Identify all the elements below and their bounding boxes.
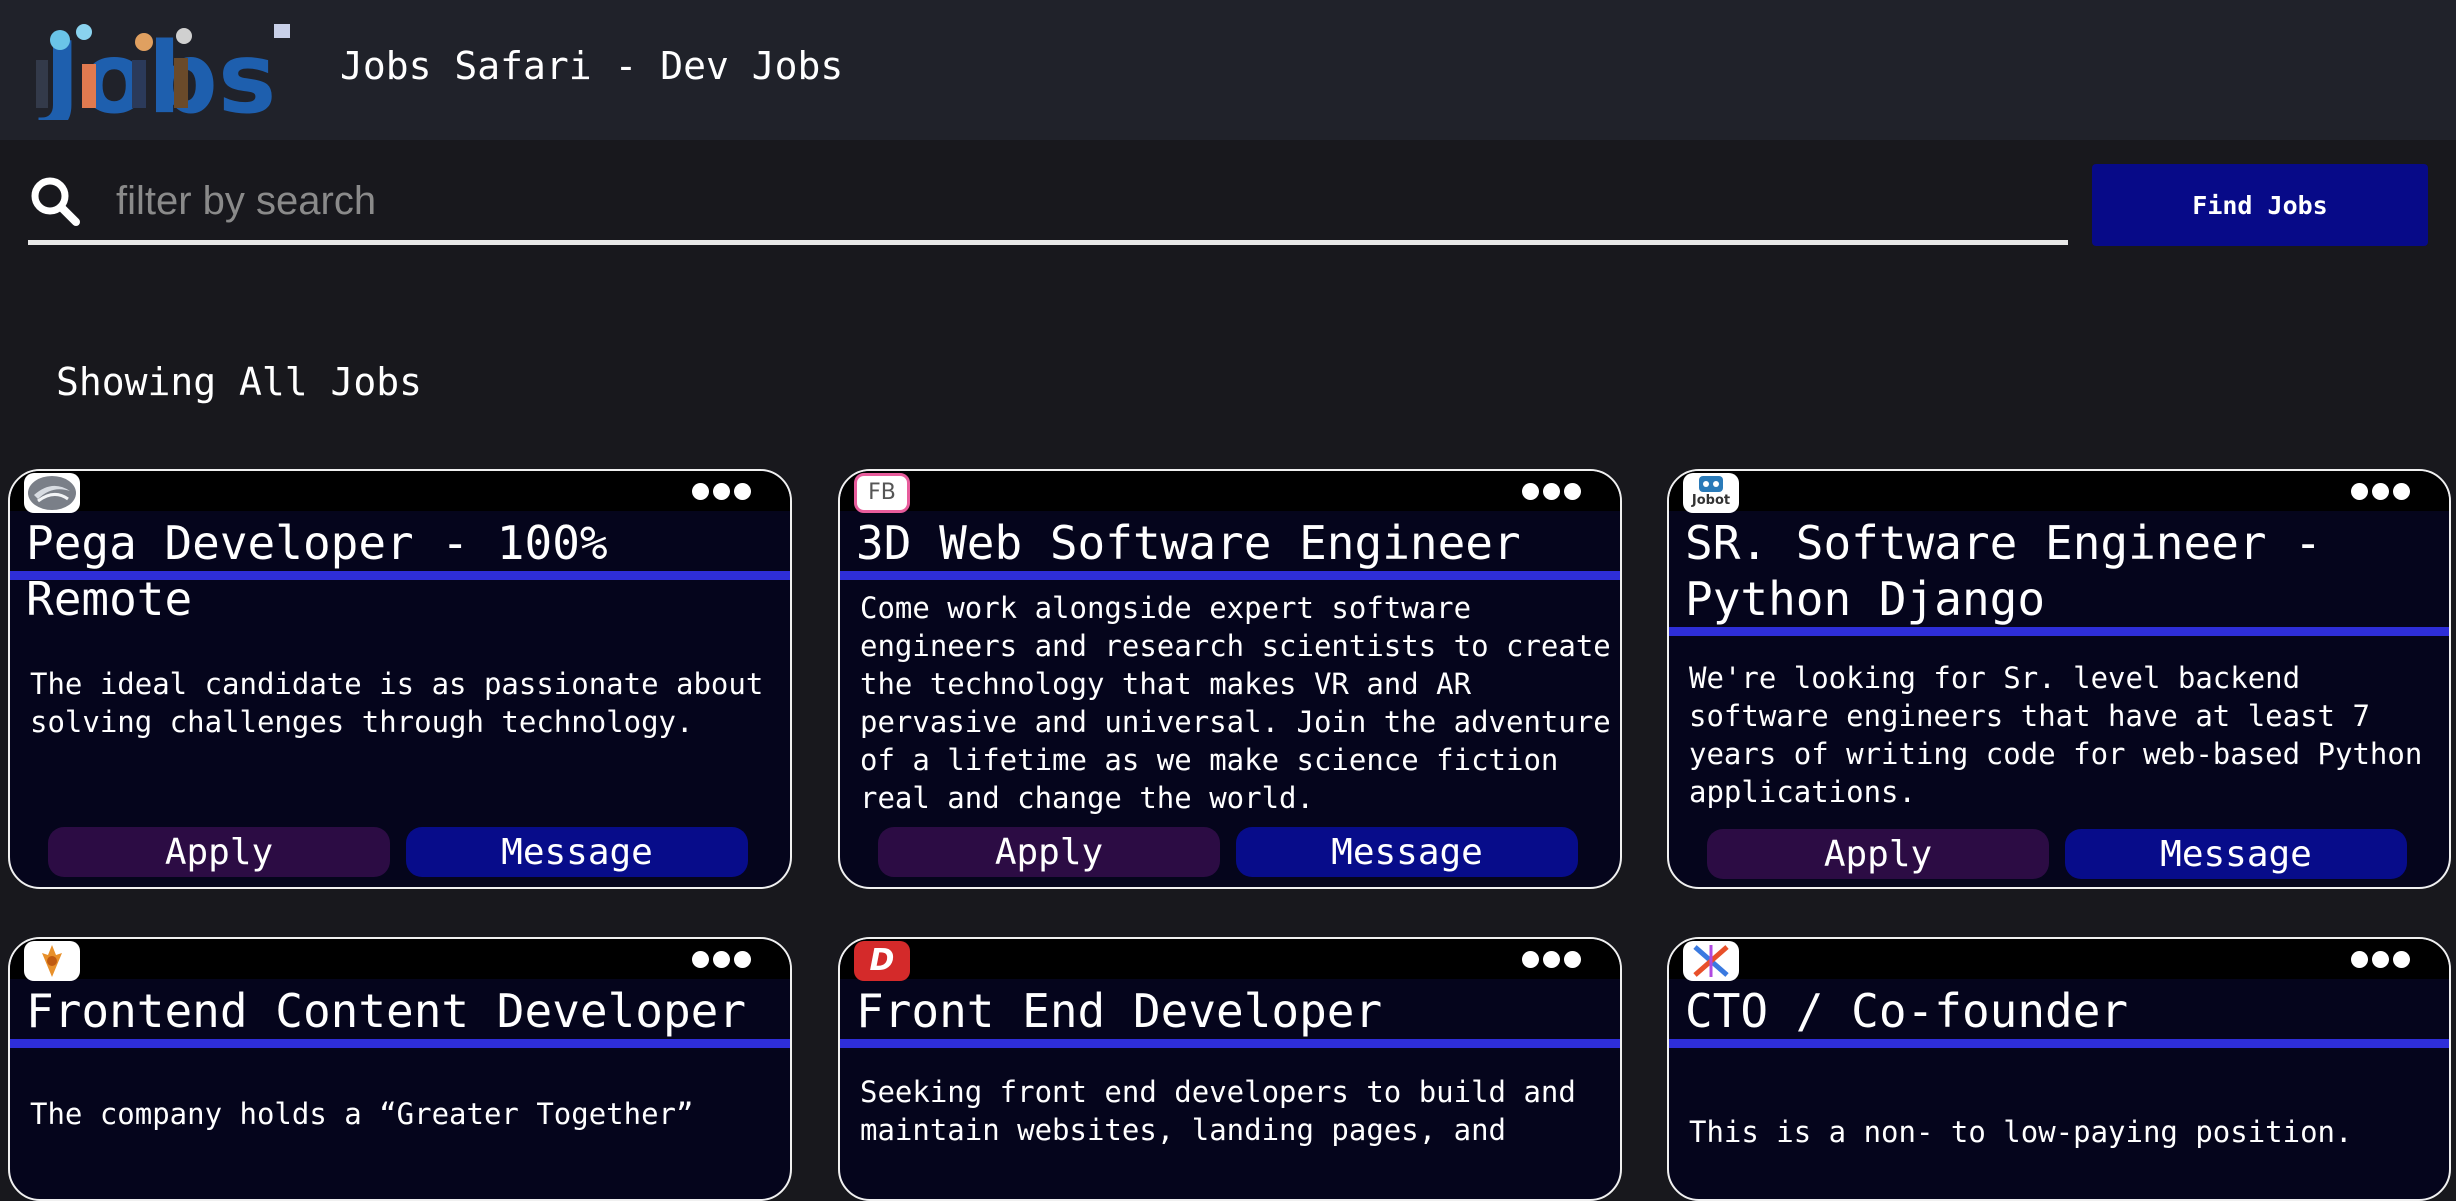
job-description: The company holds a “Greater Together”: [30, 1097, 694, 1131]
more-options-icon[interactable]: [692, 951, 752, 969]
job-title: Frontend Content Developer: [26, 984, 747, 1038]
more-options-icon[interactable]: [2351, 483, 2411, 501]
job-description: Come work alongside expert software engi…: [860, 591, 1611, 815]
job-card: D Front End Developer Seeking front end …: [838, 937, 1622, 1201]
more-options-icon[interactable]: [1522, 951, 1582, 969]
message-button[interactable]: Message: [406, 827, 748, 877]
job-title: SR. Software Engineer - Python Django: [1685, 516, 2322, 626]
search-icon: [28, 174, 82, 228]
jobs-logo[interactable]: Jobs: [24, 20, 318, 136]
company-logo-icon: [24, 941, 80, 981]
job-card: Pega Developer - 100% Remote The ideal c…: [8, 469, 792, 889]
job-card: Jobot SR. Software Engineer - Python Dja…: [1667, 469, 2451, 889]
job-description: This is a non- to low-paying position.: [1689, 1115, 2353, 1149]
search-input[interactable]: [116, 166, 2056, 236]
more-options-icon[interactable]: [1522, 483, 1582, 501]
message-button[interactable]: Message: [1236, 827, 1578, 877]
apply-button[interactable]: Apply: [48, 827, 390, 877]
search-bar: [28, 160, 2068, 246]
job-card: Frontend Content Developer The company h…: [8, 937, 792, 1201]
message-button[interactable]: Message: [2065, 829, 2407, 879]
job-description: The ideal candidate is as passionate abo…: [30, 667, 764, 739]
listing-heading: Showing All Jobs: [56, 360, 423, 404]
job-title: CTO / Co-founder: [1685, 984, 2129, 1038]
company-logo-icon: D: [854, 941, 910, 981]
search-underline: [28, 240, 2068, 245]
company-logo-icon: FB: [854, 473, 910, 513]
job-title: Front End Developer: [856, 984, 1383, 1038]
app-header: Jobs Jobs Safari - Dev Jobs: [0, 0, 2456, 140]
apply-button[interactable]: Apply: [878, 827, 1220, 877]
job-title: 3D Web Software Engineer: [856, 516, 1521, 570]
job-description: Seeking front end developers to build an…: [860, 1075, 1576, 1147]
svg-text:Jobs: Jobs: [38, 22, 276, 120]
job-card: CTO / Co-founder This is a non- to low-p…: [1667, 937, 2451, 1201]
more-options-icon[interactable]: [692, 483, 752, 501]
company-logo-icon: [1683, 941, 1739, 981]
job-description: We're looking for Sr. level backend soft…: [1689, 661, 2423, 809]
app-title: Jobs Safari - Dev Jobs: [340, 44, 844, 88]
apply-button[interactable]: Apply: [1707, 829, 2049, 879]
company-logo-icon: Jobot: [1683, 473, 1739, 513]
job-card: FB 3D Web Software Engineer Come work al…: [838, 469, 1622, 889]
find-jobs-button[interactable]: Find Jobs: [2092, 164, 2428, 246]
company-logo-icon: [24, 473, 80, 513]
more-options-icon[interactable]: [2351, 951, 2411, 969]
